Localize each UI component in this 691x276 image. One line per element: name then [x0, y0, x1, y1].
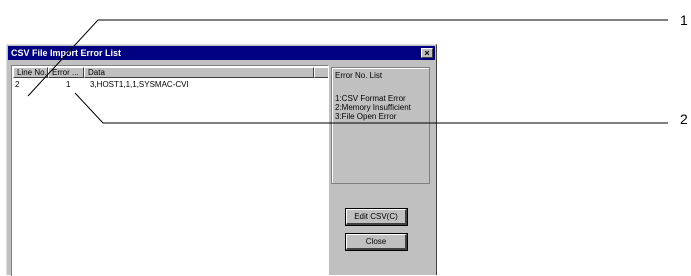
callout-number-1: 1	[680, 12, 688, 28]
callout-leader-1	[27, 19, 668, 97]
callout-number-2: 2	[680, 111, 688, 127]
callout-leader-lines	[27, 19, 668, 124]
callout-leader-2	[74, 92, 668, 124]
